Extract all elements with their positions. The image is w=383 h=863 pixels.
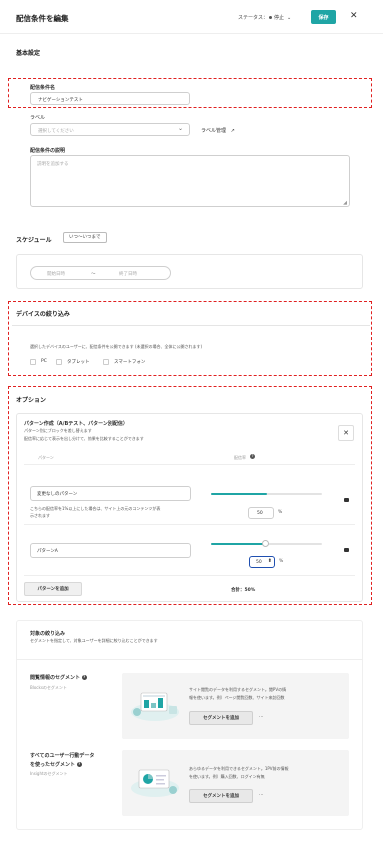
status-dropdown[interactable]: ステータス： 停止 ⌄ <box>238 14 292 22</box>
seg2-title-1: すべてのユーザー行動データ <box>30 753 95 759</box>
schedule-title: スケジュール <box>16 237 52 244</box>
desc-label: 配信条件の説明 <box>30 148 66 154</box>
seg2-title-2: を使ったセグメント ? <box>30 761 82 768</box>
seg2-text-1: あらゆるデータを利用できるセグメント。1PV前の情報 <box>189 766 289 771</box>
close-icon[interactable]: ✕ <box>350 11 358 21</box>
seg1-add-label: セグメントを追加 <box>203 716 239 721</box>
schedule-badge: いつ〜いつまで <box>63 232 107 243</box>
seg2-text-2: を使います。例）購入回数、ログイン有無 <box>189 774 265 779</box>
header-bar: 配信条件を編集 ステータス： 停止 ⌄ 保存 ✕ <box>0 0 383 34</box>
seg2-illustration-icon <box>129 766 181 798</box>
device-highlight-box <box>8 301 372 376</box>
label-label: ラベル <box>30 115 46 121</box>
name-highlight-box <box>8 78 372 108</box>
desc-placeholder: 説明を追加する <box>37 162 69 167</box>
seg2-more-icon[interactable]: … <box>259 792 264 797</box>
date-range-field[interactable]: 開始日時 〜 終了日時 <box>30 266 171 280</box>
seg1-title-text: 閲覧情報のセグメント <box>30 675 81 681</box>
seg1-sub: Blocksのセグメント <box>30 685 67 690</box>
target-title: 対象の絞り込み <box>30 631 66 637</box>
page-title: 配信条件を編集 <box>16 14 69 23</box>
status-dot-icon <box>269 16 273 19</box>
seg2-add-button[interactable]: セグメントを追加 <box>189 789 253 803</box>
seg1-text-1: サイト閲覧のデータを利用するセグメント。閲PVの情 <box>189 687 287 692</box>
chevron-down-icon: ⌄ <box>287 14 292 21</box>
seg2-sub: Insightのセグメント <box>30 771 68 776</box>
basic-section-title: 基本設定 <box>16 50 41 57</box>
target-divider <box>16 659 363 660</box>
seg1-text-2: 報を使います。例）ページ閲覧回数、サイト来訪回数 <box>189 695 285 700</box>
end-date-placeholder: 終了日時 <box>119 272 137 277</box>
label-select[interactable]: 選択してください ⌄ <box>30 123 190 136</box>
status-value: 停止 <box>274 15 285 21</box>
options-highlight-box <box>8 386 372 605</box>
start-date-placeholder: 開始日時 <box>47 272 65 277</box>
target-desc: セグメントを指定して、対象ユーザーを詳細に絞り込むことができます <box>30 638 158 643</box>
resize-handle-icon[interactable]: ◢ <box>343 200 347 206</box>
desc-textarea[interactable]: 説明を追加する ◢ <box>30 155 350 207</box>
label-select-placeholder: 選択してください <box>38 128 74 134</box>
seg1-more-icon[interactable]: … <box>259 714 264 719</box>
save-button[interactable]: 保存 <box>311 10 336 24</box>
seg1-title: 閲覧情報のセグメント ? <box>30 674 87 681</box>
label-manage-text: ラベル管理 <box>201 128 227 134</box>
status-label: ステータス： <box>238 15 269 21</box>
save-button-label: 保存 <box>318 14 329 21</box>
seg2-add-label: セグメントを追加 <box>203 794 239 799</box>
seg1-add-button[interactable]: セグメントを追加 <box>189 711 253 725</box>
help-icon[interactable]: ? <box>81 675 87 680</box>
external-link-icon: ↗ <box>230 128 235 134</box>
help-icon[interactable]: ? <box>76 762 82 767</box>
date-separator: 〜 <box>91 272 96 277</box>
seg1-illustration-icon <box>129 690 181 722</box>
chevron-down-icon: ⌄ <box>177 125 183 132</box>
label-manage-link[interactable]: ラベル管理 ↗ <box>201 127 235 134</box>
seg2-title-2-text: を使ったセグメント <box>30 762 76 768</box>
